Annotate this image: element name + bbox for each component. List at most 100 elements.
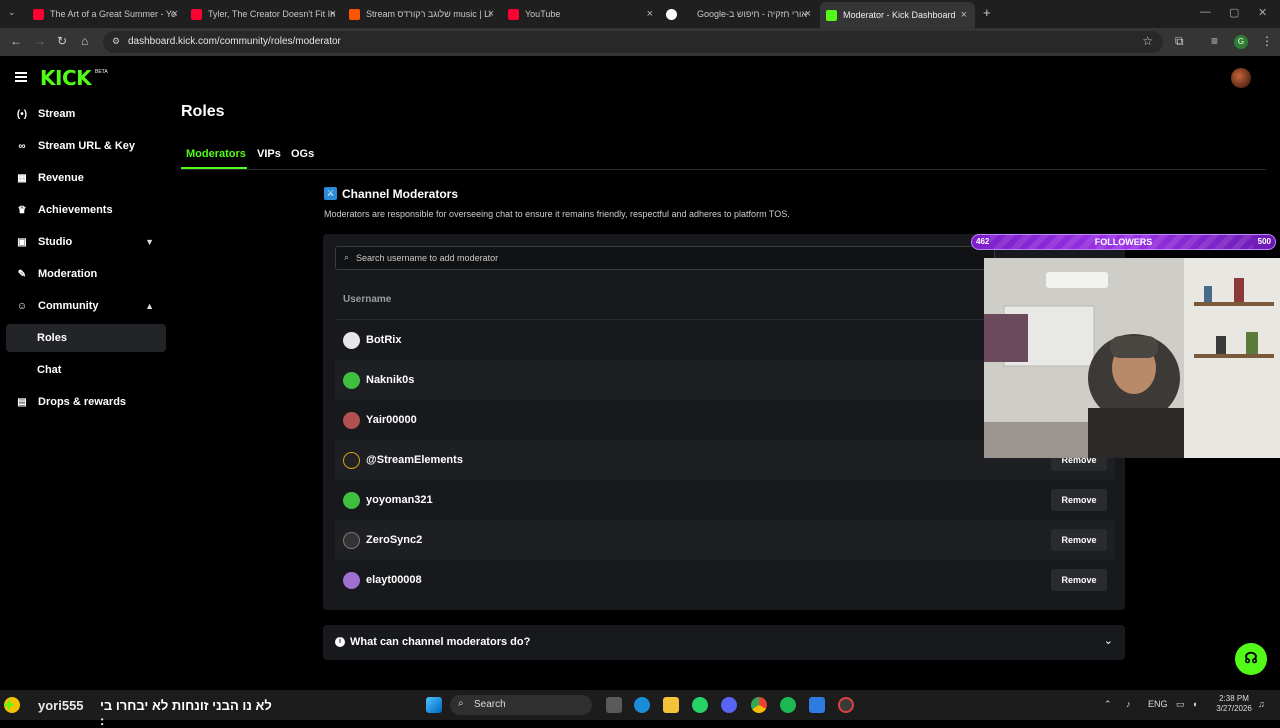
moderator-search-field[interactable]: ⌕ (335, 246, 995, 270)
whatsapp-icon[interactable] (692, 697, 708, 713)
moderator-username[interactable]: elayt00008 (366, 574, 422, 586)
sidebar-item-label: Stream (38, 108, 76, 120)
gift-icon: ▤ (17, 396, 27, 408)
link-icon: ∞ (18, 140, 26, 152)
tab-title: Moderator - Kick Dashboard (843, 10, 956, 20)
discord-icon[interactable] (721, 697, 737, 713)
moderator-search-input[interactable] (356, 250, 956, 266)
remove-button[interactable]: Remove (1051, 489, 1107, 511)
spotify-icon[interactable] (780, 697, 796, 713)
table-row: yoyoman321 Remove (335, 480, 1115, 520)
wrench-icon: ✎ (17, 268, 27, 280)
google-favicon-icon (666, 8, 677, 20)
microphone-icon[interactable]: ♪ (1126, 699, 1131, 709)
browser-menu-icon[interactable]: ⋮ (1261, 34, 1273, 48)
section-description: Moderators are responsible for overseein… (324, 209, 790, 219)
moderator-username[interactable]: ZeroSync2 (366, 534, 422, 546)
chrome-icon[interactable] (751, 697, 767, 713)
volume-icon[interactable]: ◖ (1192, 699, 1197, 709)
close-tab-icon[interactable]: × (488, 8, 494, 20)
sidebar-item-label: Revenue (38, 172, 84, 184)
browser-tab[interactable]: YouTube × (508, 4, 653, 24)
remove-button[interactable]: Remove (1051, 569, 1107, 591)
moderator-sword-icon: ⚔ (324, 187, 337, 200)
language-indicator[interactable]: ENG (1148, 699, 1168, 709)
sidebar-item-drops-rewards[interactable]: ▤ Drops & rewards (6, 388, 166, 416)
sidebar-item-roles[interactable]: Roles (6, 324, 166, 352)
browser-tab[interactable]: Tyler, The Creator Doesn't Fit In × (191, 4, 336, 24)
new-tab-button[interactable]: + (983, 5, 991, 20)
sidebar-item-studio[interactable]: ▣ Studio ▼ (6, 228, 166, 256)
network-icon[interactable]: ▭ (1176, 699, 1185, 710)
sidebar-item-revenue[interactable]: ▦ Revenue (6, 164, 166, 192)
taskbar-clock[interactable]: 2:38 PM 3/27/2026 (1214, 694, 1254, 714)
close-tab-icon[interactable]: × (805, 8, 811, 20)
sidebar-item-stream-url-key[interactable]: ∞ Stream URL & Key (6, 132, 166, 160)
back-icon[interactable]: ← (10, 34, 22, 48)
close-tab-icon[interactable]: × (961, 9, 967, 21)
start-windows-icon[interactable] (426, 697, 442, 713)
sidebar-item-community[interactable]: ☺ Community ▲ (6, 292, 166, 320)
kick-logo[interactable]: KICK (40, 66, 92, 90)
close-tab-icon[interactable]: × (647, 8, 653, 20)
tab-vips[interactable]: VIPs (257, 148, 281, 160)
obs-icon[interactable] (838, 697, 854, 713)
sidebar-item-stream[interactable]: (•) Stream (6, 100, 166, 128)
file-explorer-icon[interactable] (663, 697, 679, 713)
remove-button[interactable]: Remove (1051, 529, 1107, 551)
sidebar-item-achievements[interactable]: ♛ Achievements (6, 196, 166, 224)
moderator-username[interactable]: Yair00000 (366, 414, 417, 426)
clock-time: 2:38 PM (1219, 694, 1249, 703)
section-title: Channel Moderators (342, 187, 459, 201)
edge-icon[interactable] (634, 697, 650, 713)
sidebar-item-label: Drops & rewards (38, 396, 127, 408)
webcam-scene (984, 258, 1280, 458)
tab-search-icon[interactable]: ⌄ (8, 7, 16, 18)
menu-hamburger-icon[interactable] (15, 72, 27, 82)
chevron-down-icon: ▼ (145, 237, 154, 247)
tab-ogs[interactable]: OGs (291, 148, 314, 160)
user-avatar[interactable] (1231, 68, 1251, 88)
address-bar[interactable]: ⚙ dashboard.kick.com/community/roles/mod… (103, 31, 1163, 53)
home-icon[interactable]: ⌂ (81, 34, 88, 48)
profile-avatar-icon[interactable]: G (1234, 35, 1248, 49)
help-chat-button[interactable]: ☊ (1235, 643, 1267, 675)
browser-tab[interactable]: Stream שלוגב רקורדס music | Li × (349, 4, 494, 24)
moderator-username[interactable]: Naknik0s (366, 374, 414, 386)
minimize-icon[interactable]: — (1200, 6, 1211, 18)
tab-title: The Art of a Great Summer - Yo (50, 9, 177, 19)
close-tab-icon[interactable]: × (330, 8, 336, 20)
close-tab-icon[interactable]: × (172, 8, 178, 20)
sidebar-item-label: Studio (38, 236, 73, 248)
sidebar-item-label: Moderation (38, 268, 98, 280)
moderator-username[interactable]: yoyoman321 (366, 494, 433, 506)
followers-goal-bar: 462 FOLLOWERS 500 (971, 234, 1276, 250)
column-header-username: Username (343, 294, 392, 305)
page-title: Roles (181, 103, 225, 120)
tab-moderators[interactable]: Moderators (186, 148, 246, 160)
maximize-icon[interactable]: ▢ (1229, 6, 1239, 19)
task-view-icon[interactable] (606, 697, 622, 713)
browser-tab-active[interactable]: Moderator - Kick Dashboard × (820, 2, 975, 28)
tray-overflow-icon[interactable]: ⌃ (1104, 699, 1112, 710)
sidebar-item-chat[interactable]: Chat (6, 356, 166, 384)
faq-accordion[interactable]: i What can channel moderators do? ⌄ (323, 625, 1125, 660)
notepad-icon[interactable] (809, 697, 825, 713)
close-window-icon[interactable]: ✕ (1258, 6, 1267, 19)
moderator-username[interactable]: BotRix (366, 334, 401, 346)
forward-icon[interactable]: → (34, 34, 46, 48)
tabs-divider (181, 169, 1266, 170)
media-control-icon[interactable]: ≡ (1211, 34, 1218, 48)
taskbar-search[interactable]: ⌕ Search (450, 695, 592, 715)
extensions-icon[interactable]: ⧉ (1175, 34, 1184, 49)
sidebar-item-moderation[interactable]: ✎ Moderation (6, 260, 166, 288)
bookmark-star-icon[interactable]: ☆ (1142, 34, 1153, 48)
browser-tab[interactable]: The Art of a Great Summer - Yo × (33, 4, 178, 24)
moderator-username[interactable]: @StreamElements (366, 454, 463, 466)
site-info-icon[interactable]: ⚙ (112, 36, 120, 47)
youtube-favicon-icon (33, 8, 44, 20)
reload-icon[interactable]: ↻ (57, 34, 67, 48)
sidebar-item-label: Achievements (38, 204, 113, 216)
notification-bell-icon[interactable]: ♫ (1258, 699, 1265, 709)
browser-tab[interactable]: Google-אורי חזקיה - חיפוש ב × (666, 4, 811, 24)
